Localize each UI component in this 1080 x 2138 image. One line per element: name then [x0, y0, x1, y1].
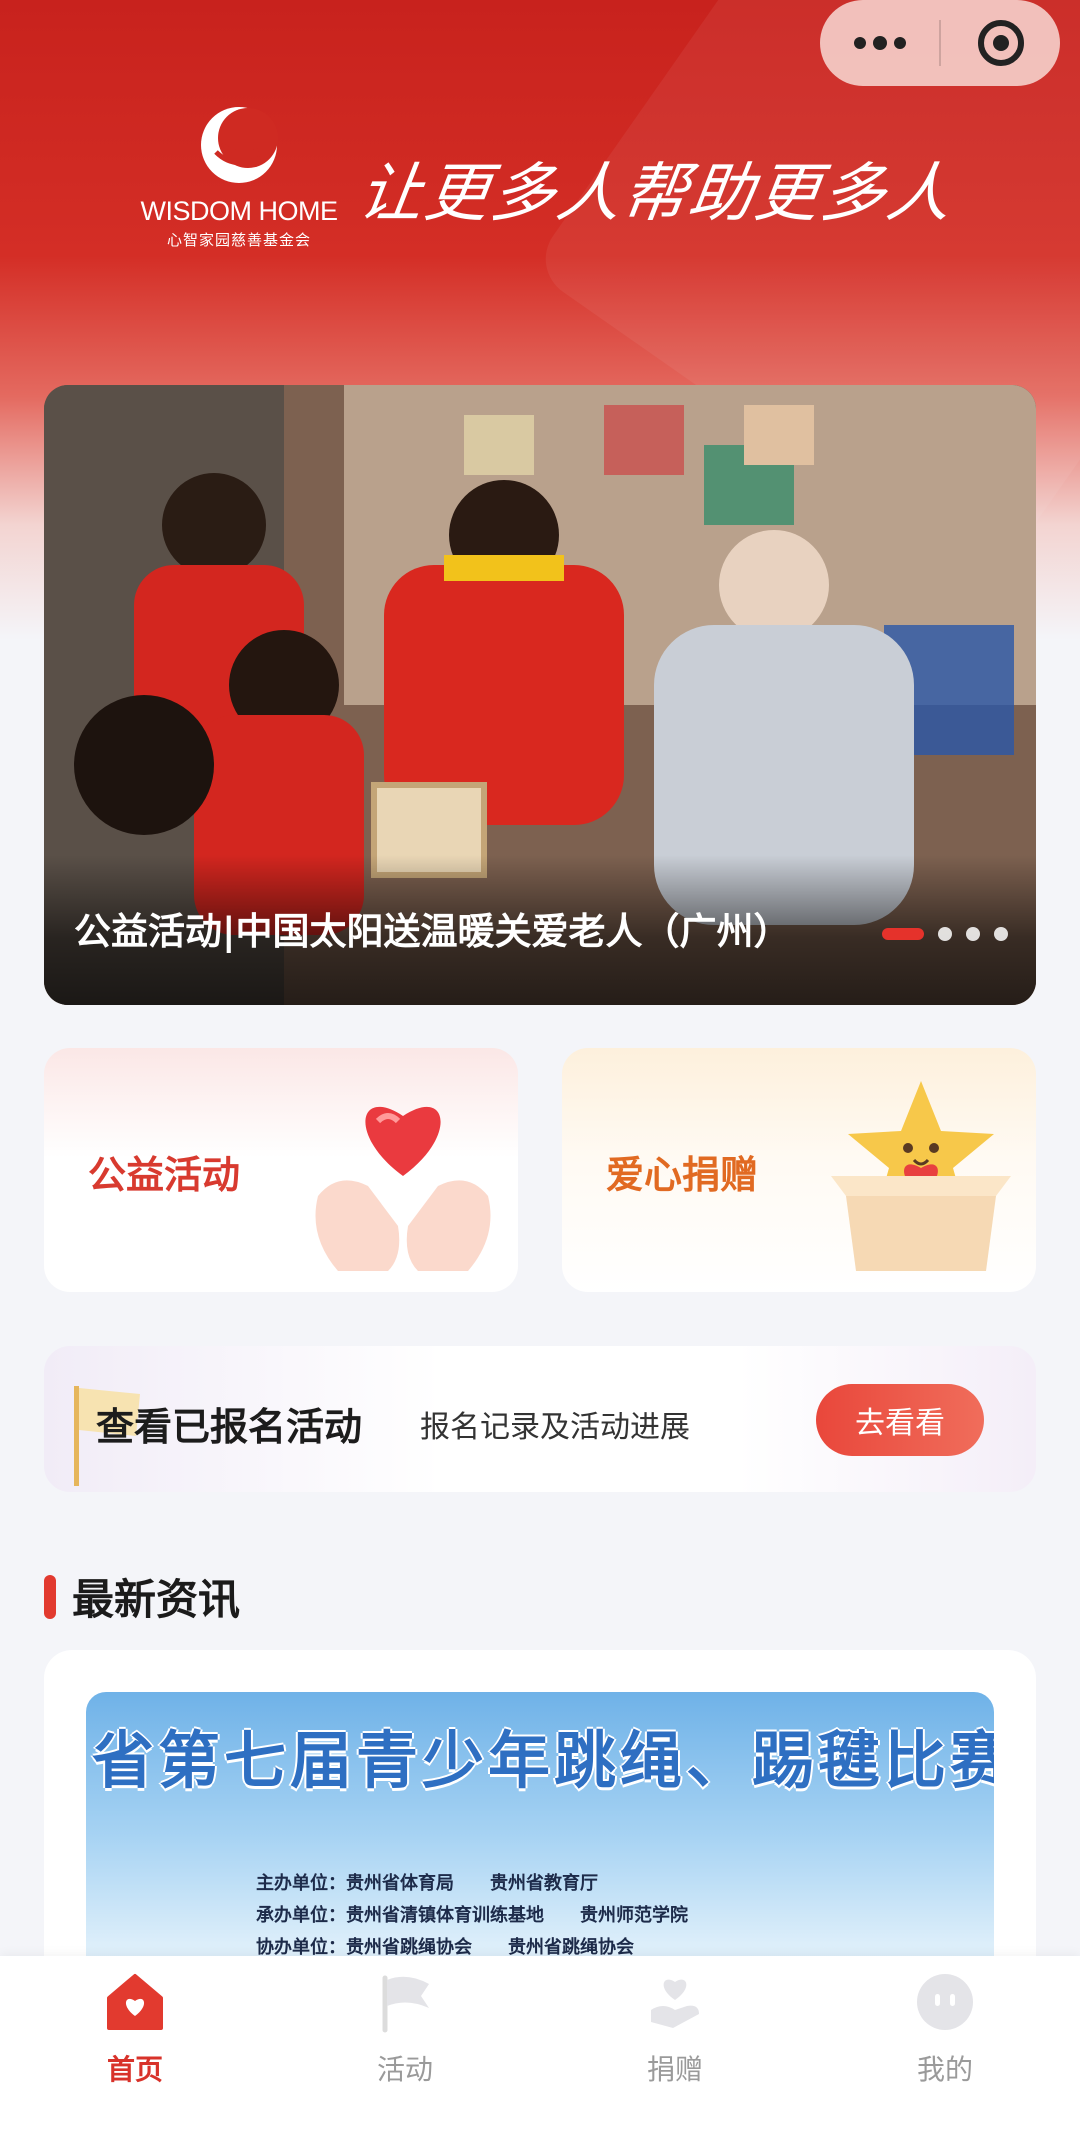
home-heart-icon — [107, 1974, 163, 2030]
tab-donate[interactable]: 捐赠 — [540, 1956, 810, 2138]
activity-card-label: 公益活动 — [88, 1153, 241, 1197]
section-marker — [44, 1574, 56, 1619]
profile-face-icon — [917, 1974, 973, 2030]
tab-label: 我的 — [916, 2053, 973, 2086]
flag-icon — [382, 1975, 429, 2033]
close-miniprogram-icon[interactable] — [941, 0, 1060, 86]
tab-label: 首页 — [106, 2053, 163, 2086]
latest-news-header: 最新资讯 — [44, 1566, 240, 1627]
registered-description: 报名记录及活动进展 — [420, 1410, 690, 1445]
news-image-headline: 省第七届青少年跳绳、踢毽比赛 — [92, 1724, 994, 1797]
brand-subtitle: 心智家园慈善基金会 — [166, 231, 311, 249]
love-donation-card[interactable]: 爱心捐赠 — [562, 1048, 1036, 1292]
donate-card-label: 爱心捐赠 — [606, 1153, 759, 1197]
organizer-line: 主办单位：贵州省体育局 贵州省教育厅 — [256, 1873, 598, 1894]
tab-profile[interactable]: 我的 — [810, 1956, 1080, 2138]
carousel-indicator — [882, 927, 1008, 941]
heart-hand-icon — [651, 1979, 699, 2028]
registered-title: 查看已报名活动 — [96, 1405, 363, 1449]
bottom-tab-bar: 首页 活动 捐赠 我的 — [0, 1956, 1080, 2138]
heart-in-hands-icon — [315, 1106, 491, 1271]
tab-label: 活动 — [376, 2053, 433, 2086]
section-title: 最新资讯 — [72, 1575, 241, 1624]
tab-label: 捐赠 — [646, 2053, 703, 2086]
brand-logo: WISDOM HOME 心智家园慈善基金会 — [134, 100, 344, 260]
carousel-dot[interactable] — [966, 927, 980, 941]
carousel-dot[interactable] — [938, 927, 952, 941]
miniprogram-capsule — [820, 0, 1060, 86]
slogan: 让更多人帮助更多人 — [353, 157, 959, 231]
banner-carousel[interactable]: 公益活动|中国太阳送温暖关爱老人（广州） — [44, 385, 1036, 1005]
public-welfare-activity-card[interactable]: 公益活动 — [44, 1048, 518, 1292]
star-gift-box-icon — [831, 1081, 1011, 1271]
carousel-dot-active[interactable] — [882, 928, 924, 940]
more-options-icon[interactable] — [820, 0, 939, 86]
banner-caption: 公益活动|中国太阳送温暖关爱老人（广州） — [74, 910, 791, 953]
crescent-logo-icon — [201, 107, 278, 183]
go-view-button[interactable]: 去看看 — [816, 1384, 984, 1456]
tab-activities[interactable]: 活动 — [270, 1956, 540, 2138]
tab-home[interactable]: 首页 — [0, 1956, 270, 2138]
registered-activities-bar[interactable]: 查看已报名活动 报名记录及活动进展 去看看 — [44, 1346, 1036, 1492]
brand-name: WISDOM HOME — [140, 196, 339, 226]
carousel-dot[interactable] — [994, 927, 1008, 941]
